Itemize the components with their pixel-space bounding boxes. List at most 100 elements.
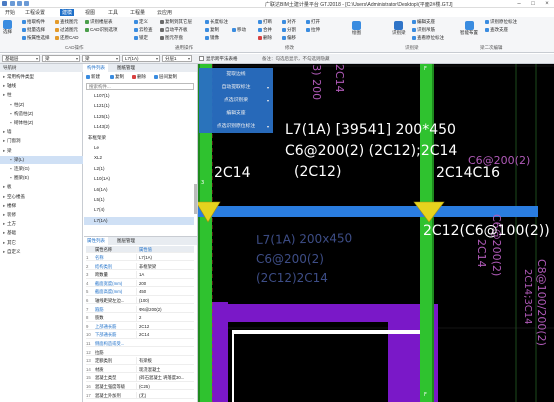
ribbon-merge[interactable]: 合并 bbox=[258, 27, 272, 33]
ribbon-move[interactable]: 移动 bbox=[232, 27, 246, 33]
ribbon-split[interactable]: 分割 bbox=[282, 27, 296, 33]
component-select[interactable]: L7(1A) bbox=[122, 55, 160, 62]
property-value[interactable]: 2C14 bbox=[136, 331, 194, 339]
fm-edit-support[interactable]: 编辑支座 bbox=[199, 107, 273, 120]
tab-layer-manage[interactable]: 图层管理 bbox=[114, 237, 138, 245]
nav-item[interactable]: ▸ 柱 bbox=[0, 91, 83, 99]
property-row[interactable]: 8 肢数 2 bbox=[86, 314, 194, 322]
undo-icon[interactable] bbox=[17, 1, 22, 6]
nav-item[interactable]: ▪ 构造柱(Z) bbox=[0, 110, 83, 118]
property-row[interactable]: 1 名称 L7(1A) bbox=[86, 254, 194, 262]
ribbon-pick-component[interactable]: 拾取构件 bbox=[22, 19, 45, 25]
property-row[interactable]: 7 箍筋 Φ6@200(2) bbox=[86, 305, 194, 313]
nav-item[interactable]: ▸ 空心楼盖 bbox=[0, 193, 83, 201]
component-list-item[interactable]: L143(2) bbox=[84, 123, 194, 131]
copy-button[interactable]: 复制 bbox=[110, 74, 124, 80]
fm-pick-identify-beam[interactable]: 点选识别梁 ▾ bbox=[199, 94, 273, 107]
ribbon-identify-floor[interactable]: 识别楼层表 bbox=[85, 19, 113, 25]
property-value[interactable]: 有梁板 bbox=[136, 357, 194, 365]
ribbon-open[interactable]: 打开 bbox=[306, 19, 320, 25]
identify-beam-button[interactable]: 识别梁 bbox=[392, 21, 406, 36]
property-value[interactable]: (100) bbox=[136, 297, 194, 305]
ribbon-find[interactable]: 查找图元 bbox=[55, 19, 78, 25]
ribbon-edit-support[interactable]: 编辑支座 bbox=[412, 19, 435, 25]
redo-icon[interactable] bbox=[24, 1, 29, 6]
property-value[interactable]: (碎石混凝土 坍落度30... bbox=[136, 374, 194, 382]
property-row[interactable]: 3 跨数量 1A bbox=[86, 271, 194, 279]
nav-item[interactable]: ▸ 板 bbox=[0, 183, 83, 191]
complist-scrollbar[interactable] bbox=[194, 184, 197, 214]
property-row[interactable]: 15 混凝土类型 (碎石混凝土 坍落度30... bbox=[86, 374, 194, 382]
show-table-checkbox[interactable] bbox=[199, 56, 204, 61]
component-list-item[interactable]: XL2 bbox=[84, 154, 194, 162]
property-row[interactable]: 10 下部通长筋 2C14 bbox=[86, 331, 194, 339]
component-search-input[interactable] bbox=[86, 83, 194, 90]
nav-item[interactable]: ▸ 常用构件类型 bbox=[0, 73, 83, 81]
new-button[interactable]: 新建 bbox=[86, 74, 100, 80]
smart-layout-button[interactable]: 智能布置 bbox=[460, 21, 478, 36]
nav-item[interactable]: ▸ 墙 bbox=[0, 128, 83, 136]
property-row[interactable]: 17 混凝土外加剂 (无) bbox=[86, 391, 194, 399]
fm-extract-edges[interactable]: 提取边线 bbox=[199, 68, 273, 81]
property-row[interactable]: 14 材质 现浇混凝土 bbox=[86, 365, 194, 374]
property-row[interactable]: 2 结构类别 非框架梁 bbox=[86, 262, 194, 270]
ribbon-stretch[interactable]: 拉伸 bbox=[306, 27, 320, 33]
ribbon-align[interactable]: 对齐 bbox=[282, 19, 296, 25]
component-list-item[interactable]: L6(1A) bbox=[84, 186, 194, 194]
component-list-item[interactable]: L10(1A) bbox=[84, 175, 194, 183]
property-row[interactable]: 11 侧面构造或受... bbox=[86, 340, 194, 348]
property-row[interactable]: 6 轴线距梁左边... (100) bbox=[86, 297, 194, 305]
ribbon-identify-inplace[interactable]: 识别原位标注 bbox=[485, 19, 517, 25]
nav-item[interactable]: ▸ 土方 bbox=[0, 220, 83, 228]
component-list-item[interactable]: 非框架梁 bbox=[84, 134, 194, 142]
ribbon-batch-select[interactable]: 批量选择 bbox=[22, 27, 45, 33]
property-row[interactable]: 16 混凝土强度等级 (C25) bbox=[86, 383, 194, 391]
copy-between-floors-button[interactable]: 层间复制 bbox=[154, 74, 177, 80]
property-value[interactable]: 1A bbox=[136, 271, 194, 279]
ribbon-cad-options[interactable]: CAD识别选项 bbox=[85, 27, 118, 33]
menu-quantities[interactable]: 工程量 bbox=[128, 9, 147, 16]
floor-select[interactable]: 基础层 bbox=[2, 55, 40, 62]
tab-drawing-manage[interactable]: 图纸管理 bbox=[114, 64, 138, 72]
ribbon-mirror[interactable]: 镜像 bbox=[205, 35, 219, 41]
property-row[interactable]: 4 截面宽度(mm) 200 bbox=[86, 279, 194, 288]
ribbon-view-inplace[interactable]: 查看原位标注 bbox=[412, 35, 444, 41]
component-list-item[interactable]: L7(1A) bbox=[84, 216, 194, 225]
ribbon-delete[interactable]: 删除 bbox=[258, 35, 272, 41]
menu-view[interactable]: 视图 bbox=[83, 9, 97, 16]
tab-component-list[interactable]: 构件列表 bbox=[84, 64, 108, 72]
component-list-item[interactable]: Le bbox=[84, 144, 194, 152]
component-list-item[interactable]: L121(1) bbox=[84, 102, 194, 110]
nav-item[interactable]: ▪ 梁(L) bbox=[0, 155, 83, 164]
ribbon-copy[interactable]: 复制 bbox=[205, 27, 219, 33]
property-value[interactable]: L7(1A) bbox=[136, 254, 194, 262]
component-list-item[interactable]: L107(1) bbox=[84, 92, 194, 100]
menu-start[interactable]: 开始 bbox=[3, 9, 17, 16]
property-value[interactable]: 450 bbox=[136, 288, 194, 296]
nav-item[interactable]: ▸ 梁 bbox=[0, 147, 83, 155]
type-select[interactable]: 梁 bbox=[42, 55, 80, 62]
ribbon-cloud-check[interactable]: 云检查 bbox=[134, 27, 153, 33]
ribbon-auto-align[interactable]: 自动平齐板 bbox=[160, 27, 188, 33]
component-list-item[interactable]: L5(1) bbox=[84, 196, 194, 204]
ribbon-break[interactable]: 打断 bbox=[258, 19, 272, 25]
nav-item[interactable]: ▪ 连梁(G) bbox=[0, 165, 83, 173]
select-button[interactable]: 选择 bbox=[3, 20, 12, 35]
menu-tools[interactable]: 工具 bbox=[106, 9, 120, 16]
selected-beam[interactable] bbox=[198, 206, 538, 217]
nav-item[interactable]: ▸ 门窗洞 bbox=[0, 137, 83, 145]
property-row[interactable]: 9 上部通长筋 2C12 bbox=[86, 322, 194, 331]
property-row[interactable]: 12 拉筋 bbox=[86, 349, 194, 356]
tab-property-list[interactable]: 属性列表 bbox=[84, 237, 108, 245]
nav-item[interactable]: ▪ 圈梁(E) bbox=[0, 174, 83, 182]
ribbon-identify-hanger[interactable]: 识别吊筋 bbox=[412, 27, 435, 33]
nav-item[interactable]: ▸ 楼梯 bbox=[0, 202, 83, 210]
nav-item[interactable]: ▸ 装修 bbox=[0, 211, 83, 219]
ribbon-filter[interactable]: 过滤图元 bbox=[55, 27, 78, 33]
property-value[interactable]: 现浇混凝土 bbox=[136, 365, 194, 374]
layer-select[interactable]: 分层1 bbox=[162, 55, 192, 62]
property-value[interactable]: (无) bbox=[136, 391, 194, 399]
nav-item[interactable]: ▸ 轴线 bbox=[0, 82, 83, 90]
close-icon[interactable]: × bbox=[540, 0, 554, 8]
ribbon-offset[interactable]: 偏移 bbox=[282, 35, 296, 41]
